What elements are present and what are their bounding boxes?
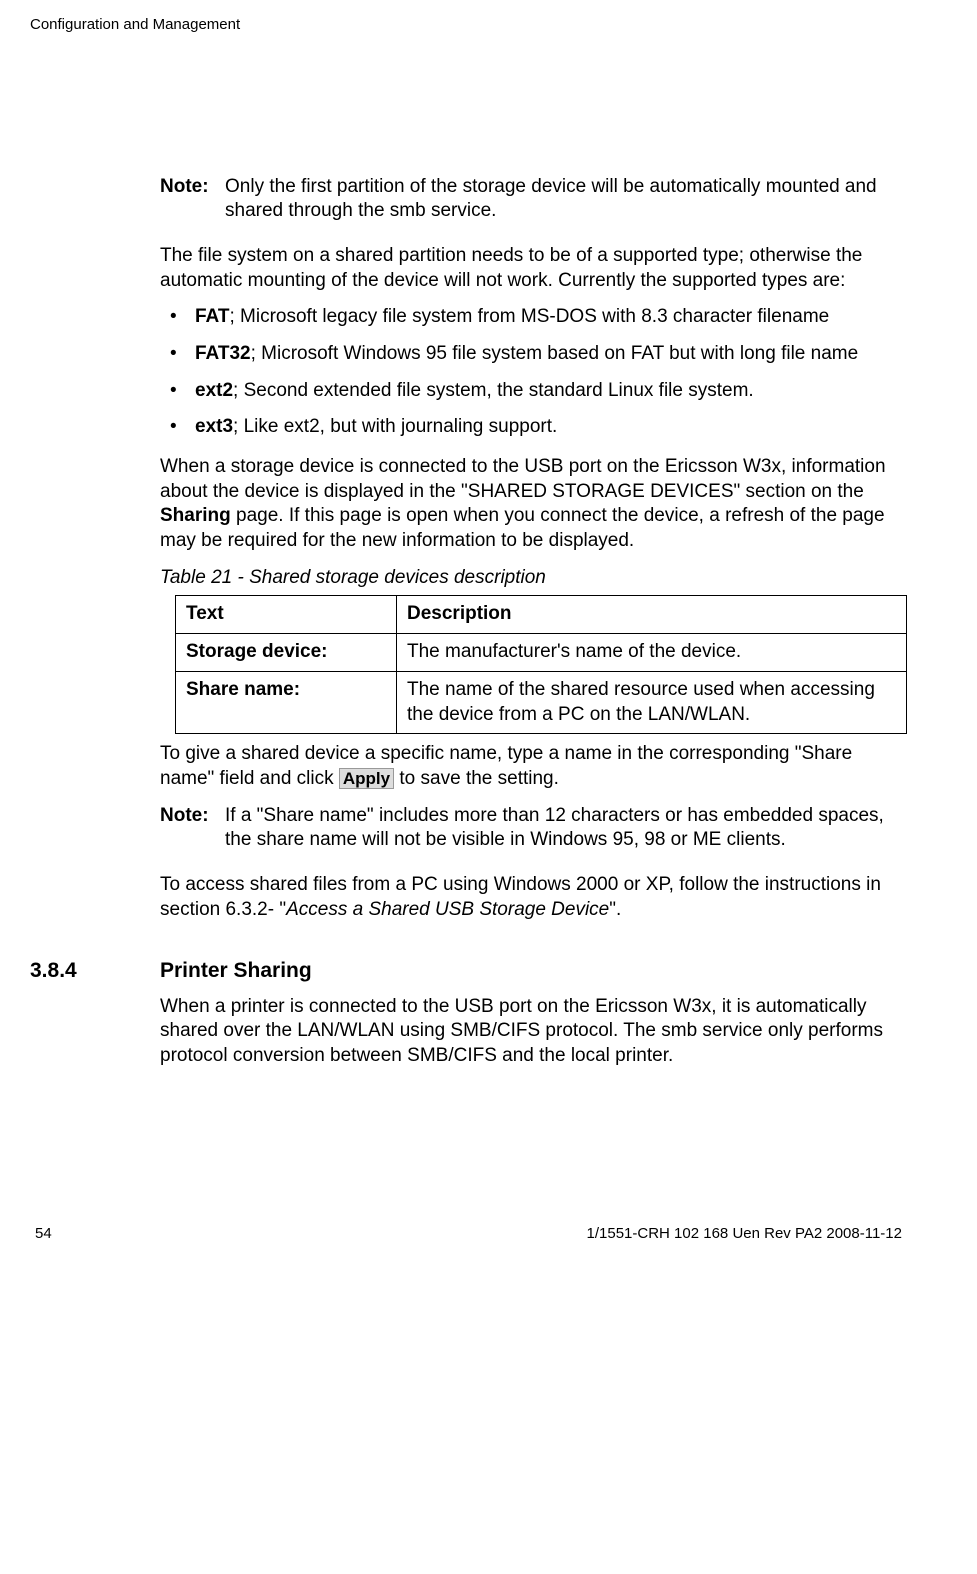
table-row: Share name: The name of the shared resou…	[176, 671, 907, 733]
fs-name: ext3	[195, 416, 233, 437]
section-ref: Access a Shared USB Storage Device	[286, 899, 609, 920]
section-title: Printer Sharing	[160, 957, 312, 984]
content-area: Note: Only the first partition of the st…	[160, 175, 907, 923]
apply-button[interactable]: Apply	[339, 768, 394, 789]
table-cell: The manufacturer's name of the device.	[397, 634, 907, 672]
list-item: ext3; Like ext2, but with journaling sup…	[160, 415, 907, 440]
fs-name: FAT	[195, 306, 229, 327]
page-footer: 54 1/1551-CRH 102 168 Uen Rev PA2 2008-1…	[30, 1224, 907, 1244]
table-cell: Share name:	[176, 671, 397, 733]
note-block-1: Note: Only the first partition of the st…	[160, 175, 907, 224]
fs-name: ext2	[195, 380, 233, 401]
table-cell: The name of the shared resource used whe…	[397, 671, 907, 733]
note-text: Only the first partition of the storage …	[225, 175, 907, 224]
table-cell: Storage device:	[176, 634, 397, 672]
section-heading: 3.8.4 Printer Sharing	[30, 957, 907, 984]
fs-desc: ; Microsoft Windows 95 file system based…	[251, 343, 859, 364]
note-label: Note:	[160, 804, 225, 853]
document-page: Configuration and Management Note: Only …	[0, 0, 977, 1263]
page-number: 54	[35, 1224, 52, 1244]
fs-name: FAT32	[195, 343, 251, 364]
sharing-page-ref: Sharing	[160, 505, 231, 526]
fs-desc: ; Microsoft legacy file system from MS-D…	[229, 306, 829, 327]
note-block-2: Note: If a "Share name" includes more th…	[160, 804, 907, 853]
note-text: If a "Share name" includes more than 12 …	[225, 804, 907, 853]
fs-desc: ; Like ext2, but with journaling support…	[233, 416, 557, 437]
doc-id: 1/1551-CRH 102 168 Uen Rev PA2 2008-11-1…	[587, 1224, 902, 1244]
paragraph-printer: When a printer is connected to the USB p…	[160, 995, 907, 1069]
filesystem-list: FAT; Microsoft legacy file system from M…	[160, 305, 907, 440]
table-caption: Table 21 - Shared storage devices descri…	[160, 566, 907, 591]
list-item: ext2; Second extended file system, the s…	[160, 379, 907, 404]
paragraph-storage: When a storage device is connected to th…	[160, 455, 907, 554]
paragraph-intro: The file system on a shared partition ne…	[160, 244, 907, 293]
note-label: Note:	[160, 175, 225, 224]
table-header: Description	[397, 596, 907, 634]
table-row: Storage device: The manufacturer's name …	[176, 634, 907, 672]
storage-table: Text Description Storage device: The man…	[175, 595, 907, 734]
section-number: 3.8.4	[30, 957, 160, 984]
list-item: FAT; Microsoft legacy file system from M…	[160, 305, 907, 330]
fs-desc: ; Second extended file system, the stand…	[233, 380, 754, 401]
section-content: When a printer is connected to the USB p…	[160, 995, 907, 1069]
table-header: Text	[176, 596, 397, 634]
list-item: FAT32; Microsoft Windows 95 file system …	[160, 342, 907, 367]
page-header: Configuration and Management	[30, 15, 907, 35]
paragraph-access: To access shared files from a PC using W…	[160, 873, 907, 922]
paragraph-apply: To give a shared device a specific name,…	[160, 742, 907, 791]
table-header-row: Text Description	[176, 596, 907, 634]
